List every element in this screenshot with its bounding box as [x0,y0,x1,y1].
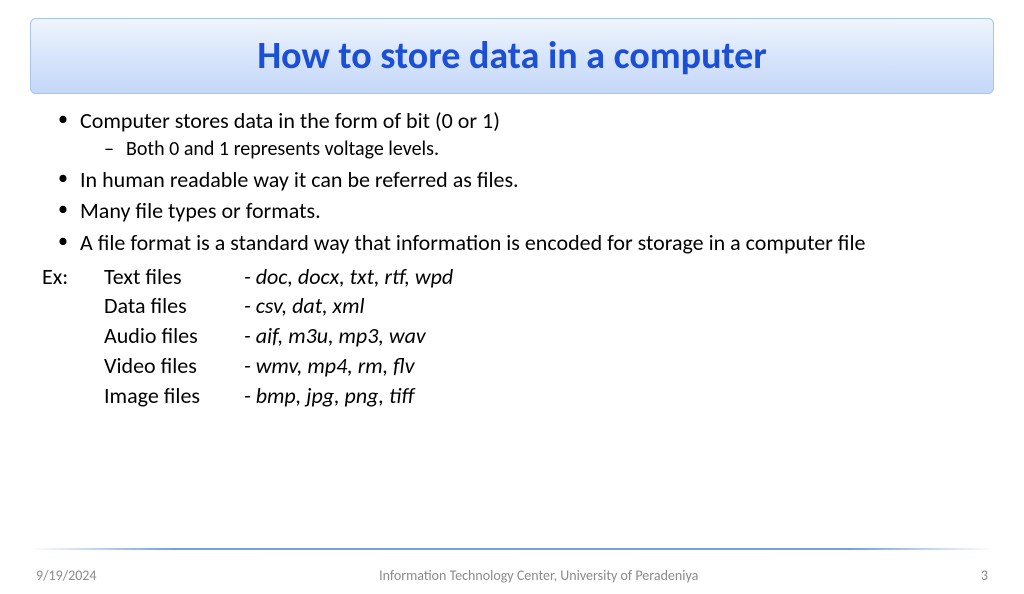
example-row: Video files - wmv, mp4, rm, flv [42,351,984,381]
example-formats: - doc, docx, txt, rtf, wpd [244,262,453,292]
footer-divider [30,548,994,550]
example-prefix: Ex: [42,262,104,292]
bullet-list: Computer stores data in the form of bit … [56,106,984,258]
example-row: Audio files - aif, m3u, mp3, wav [42,321,984,351]
bullet-item: Computer stores data in the form of bit … [56,106,984,163]
slide-title-box: How to store data in a computer [30,18,994,94]
example-row: Data files - csv, dat, xml [42,291,984,321]
example-prefix-empty [42,351,104,381]
sub-bullet-item: Both 0 and 1 represents voltage levels. [104,136,984,163]
bullet-text: Computer stores data in the form of bit … [80,107,500,134]
example-label: Audio files [104,321,244,351]
example-formats: - wmv, mp4, rm, flv [244,351,415,381]
slide-content: Computer stores data in the form of bit … [0,106,1024,410]
example-prefix-empty [42,321,104,351]
example-label: Video files [104,351,244,381]
bullet-item: Many file types or formats. [56,196,984,226]
example-label: Image files [104,381,244,411]
example-formats: - csv, dat, xml [244,291,365,321]
example-label: Text files [104,262,244,292]
example-row: Ex: Text files - doc, docx, txt, rtf, wp… [42,262,984,292]
bullet-item: A file format is a standard way that inf… [56,228,984,258]
example-formats: - bmp, jpg, png, tiff [244,381,414,411]
example-label: Data files [104,291,244,321]
example-formats: - aif, m3u, mp3, wav [244,321,426,351]
example-prefix-empty [42,381,104,411]
example-row: Image files - bmp, jpg, png, tiff [42,381,984,411]
examples-block: Ex: Text files - doc, docx, txt, rtf, wp… [42,262,984,410]
slide-title: How to store data in a computer [51,33,973,79]
example-prefix-empty [42,291,104,321]
sub-bullet-list: Both 0 and 1 represents voltage levels. [104,136,984,163]
bullet-item: In human readable way it can be referred… [56,165,984,195]
